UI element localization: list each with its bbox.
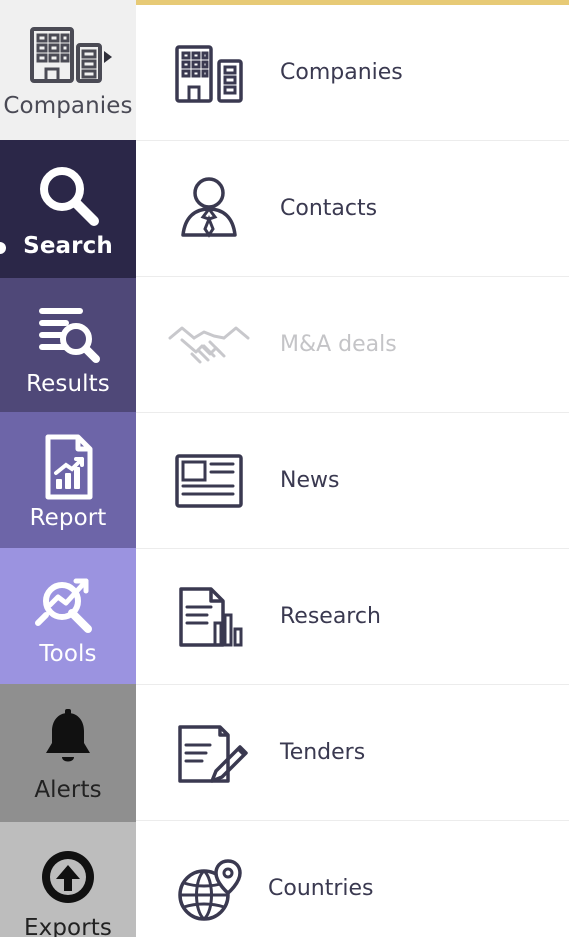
rail-label-results: Results <box>26 371 110 397</box>
rail-label-tools: Tools <box>39 641 97 667</box>
search-menu-list: Companies Contacts M&A deals News Resear… <box>136 5 569 937</box>
rail-item-results[interactable]: Results <box>0 278 136 412</box>
building-icon <box>20 20 116 90</box>
rail-label-companies: Companies <box>3 93 133 119</box>
research-doc-icon <box>164 577 254 657</box>
newspaper-icon <box>164 441 254 521</box>
contract-pen-icon <box>164 713 254 793</box>
bell-icon <box>32 704 104 774</box>
menu-label-countries: Countries <box>268 876 374 901</box>
menu-label-contacts: Contacts <box>280 196 378 221</box>
rail-item-alerts[interactable]: Alerts <box>0 684 136 822</box>
rail-label-alerts: Alerts <box>34 777 102 803</box>
menu-label-research: Research <box>280 604 381 629</box>
rail-item-companies[interactable]: Companies <box>0 0 136 140</box>
rail-label-exports: Exports <box>24 915 112 937</box>
search-icon <box>32 160 104 230</box>
menu-label-companies: Companies <box>280 60 403 85</box>
upload-circle-icon <box>32 842 104 912</box>
menu-item-research[interactable]: Research <box>136 549 569 685</box>
menu-label-ma-deals: M&A deals <box>280 332 397 357</box>
menu-item-companies[interactable]: Companies <box>136 5 569 141</box>
rail-item-search[interactable]: Search <box>0 140 136 278</box>
rail-item-tools[interactable]: Tools <box>0 548 136 684</box>
rail-label-search: Search <box>23 233 113 259</box>
building-icon <box>164 33 254 113</box>
menu-label-news: News <box>280 468 340 493</box>
globe-pin-icon <box>164 849 254 929</box>
menu-item-countries[interactable]: Countries <box>136 821 569 937</box>
rail-label-report: Report <box>29 505 107 531</box>
report-chart-icon <box>32 432 104 502</box>
menu-label-tenders: Tenders <box>280 740 366 765</box>
left-rail: Companies Search Results Report Tools Al… <box>0 0 136 937</box>
rail-item-report[interactable]: Report <box>0 412 136 548</box>
active-indicator-dot <box>0 242 6 254</box>
app-root: Companies Search Results Report Tools Al… <box>0 0 569 937</box>
menu-item-contacts[interactable]: Contacts <box>136 141 569 277</box>
rail-item-exports[interactable]: Exports <box>0 822 136 937</box>
results-list-icon <box>32 298 104 368</box>
tools-analytics-icon <box>28 568 108 638</box>
handshake-icon <box>164 305 254 385</box>
menu-item-news[interactable]: News <box>136 413 569 549</box>
menu-item-tenders[interactable]: Tenders <box>136 685 569 821</box>
person-tie-icon <box>164 169 254 249</box>
menu-item-ma-deals: M&A deals <box>136 277 569 413</box>
